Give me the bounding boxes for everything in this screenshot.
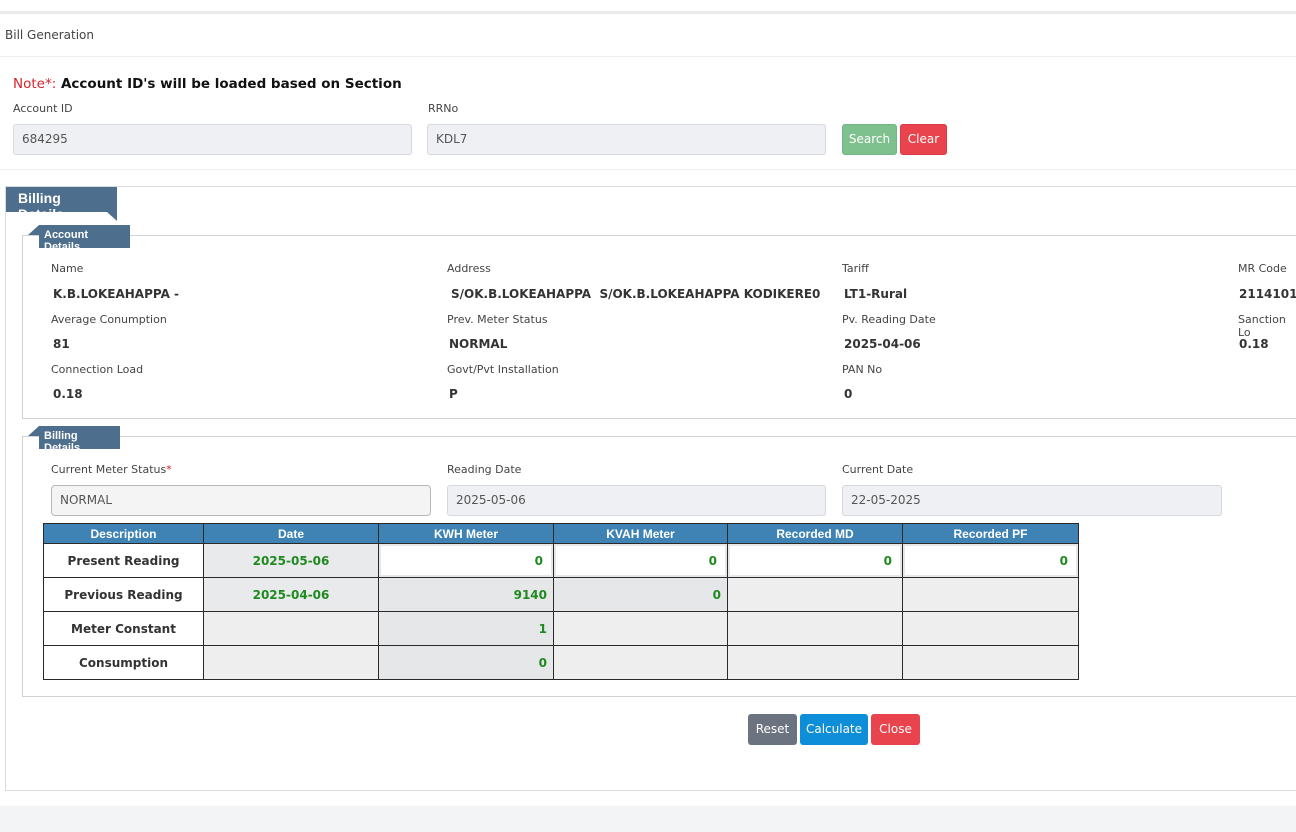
col-header-kwh: KWH Meter xyxy=(378,523,554,544)
empty-cell xyxy=(727,611,903,646)
note-text: Account ID's will be loaded based on Sec… xyxy=(60,76,402,92)
reading-date-label: Reading Date xyxy=(447,463,522,476)
empty-cell xyxy=(902,577,1079,612)
address-value: S/OK.B.LOKEAHAPPA S/OK.B.LOKEAHAPPA KODI… xyxy=(451,287,821,301)
billing-details-tab: Billing Details xyxy=(6,187,117,222)
table-row: Meter Constant 1 xyxy=(43,611,1079,646)
required-marker: * xyxy=(166,463,172,476)
rrno-label: RRNo xyxy=(428,102,459,115)
present-pf-input[interactable]: 0 xyxy=(902,543,1079,578)
tab-tail-decoration xyxy=(107,212,117,221)
empty-cell xyxy=(203,645,379,680)
legend-notch xyxy=(28,426,39,436)
col-header-description: Description xyxy=(43,523,204,544)
consumption-desc: Consumption xyxy=(43,645,204,680)
account-details-fieldset xyxy=(22,235,1296,419)
col-header-recorded-pf: Recorded PF xyxy=(902,523,1079,544)
form-divider xyxy=(0,169,1296,170)
mr-code-label: MR Code xyxy=(1238,262,1287,275)
section-note: Note*: Account ID's will be loaded based… xyxy=(13,76,402,92)
readings-table: Description Date KWH Meter KVAH Meter Re… xyxy=(43,523,1079,680)
pv-reading-date-value: 2025-04-06 xyxy=(844,337,921,351)
empty-cell xyxy=(902,645,1079,680)
govt-pvt-label: Govt/Pvt Installation xyxy=(447,363,559,376)
top-divider xyxy=(0,11,1296,14)
present-kwh-input[interactable]: 0 xyxy=(378,543,554,578)
empty-cell xyxy=(727,645,903,680)
account-id-input[interactable]: 684295 xyxy=(13,124,412,155)
current-date-label: Current Date xyxy=(842,463,914,476)
empty-cell xyxy=(902,611,1079,646)
table-row: Previous Reading 2025-04-06 9140 0 xyxy=(43,577,1079,612)
prev-meter-status-label: Prev. Meter Status xyxy=(447,313,548,326)
col-header-date: Date xyxy=(203,523,379,544)
search-button[interactable]: Search xyxy=(842,124,897,155)
col-header-recorded-md: Recorded MD xyxy=(727,523,903,544)
name-value: K.B.LOKEAHAPPA - xyxy=(53,287,180,301)
table-header-row: Description Date KWH Meter KVAH Meter Re… xyxy=(43,523,1079,544)
current-meter-status-label-text: Current Meter Status xyxy=(51,463,167,476)
billing-details-legend: Billing Details xyxy=(39,426,120,454)
present-reading-desc: Present Reading xyxy=(43,543,204,578)
table-row: Present Reading 2025-05-06 0 0 0 0 xyxy=(43,543,1079,578)
empty-cell xyxy=(553,645,728,680)
empty-cell xyxy=(553,611,728,646)
pv-reading-date-label: Pv. Reading Date xyxy=(842,313,936,326)
rrno-input[interactable]: KDL7 xyxy=(427,124,826,155)
prev-meter-status-value: NORMAL xyxy=(449,337,508,351)
address-label: Address xyxy=(447,262,491,275)
previous-reading-desc: Previous Reading xyxy=(43,577,204,612)
meter-constant-desc: Meter Constant xyxy=(43,611,204,646)
tariff-label: Tariff xyxy=(842,262,869,275)
govt-pvt-value: P xyxy=(449,387,458,401)
connection-load-label: Connection Load xyxy=(51,363,144,376)
current-meter-status-label: Current Meter Status* xyxy=(51,463,172,476)
previous-reading-date: 2025-04-06 xyxy=(203,577,379,612)
tariff-value: LT1-Rural xyxy=(844,287,908,301)
calculate-button[interactable]: Calculate xyxy=(800,714,868,745)
col-header-kvah: KVAH Meter xyxy=(553,523,728,544)
account-details-legend: Account Details xyxy=(39,225,130,253)
reset-button[interactable]: Reset xyxy=(748,714,797,745)
pan-no-label: PAN No xyxy=(842,363,883,376)
current-date-input[interactable]: 22-05-2025 xyxy=(842,485,1222,516)
present-kvah-input[interactable]: 0 xyxy=(553,543,728,578)
clear-button[interactable]: Clear xyxy=(900,124,947,155)
current-meter-status-select[interactable]: NORMAL xyxy=(51,485,431,516)
name-label: Name xyxy=(51,262,84,275)
meter-constant-kwh-value: 1 xyxy=(378,611,554,646)
note-prefix: Note*: xyxy=(13,76,57,92)
page-title: Bill Generation xyxy=(5,28,94,42)
account-id-label: Account ID xyxy=(13,102,73,115)
avg-consumption-value: 81 xyxy=(53,337,70,351)
avg-consumption-label: Average Conumption xyxy=(51,313,167,326)
previous-kvah-value: 0 xyxy=(553,577,728,612)
connection-load-value: 0.18 xyxy=(53,387,83,401)
title-divider xyxy=(0,56,1296,57)
empty-cell xyxy=(727,577,903,612)
present-md-input[interactable]: 0 xyxy=(727,543,903,578)
pan-no-value: 0 xyxy=(844,387,853,401)
sanction-load-label: Sanction Lo xyxy=(1238,313,1286,339)
sanction-load-value: 0.18 xyxy=(1239,337,1269,351)
consumption-kwh-value: 0 xyxy=(378,645,554,680)
present-reading-date: 2025-05-06 xyxy=(203,543,379,578)
bill-generation-page: Bill Generation Note*: Account ID's will… xyxy=(0,0,1296,806)
legend-notch xyxy=(28,225,39,235)
close-button[interactable]: Close xyxy=(871,714,920,745)
reading-date-input[interactable]: 2025-05-06 xyxy=(447,485,826,516)
empty-cell xyxy=(203,611,379,646)
mr-code-value: 2114101 xyxy=(1239,287,1296,301)
table-row: Consumption 0 xyxy=(43,645,1079,680)
previous-kwh-value: 9140 xyxy=(378,577,554,612)
